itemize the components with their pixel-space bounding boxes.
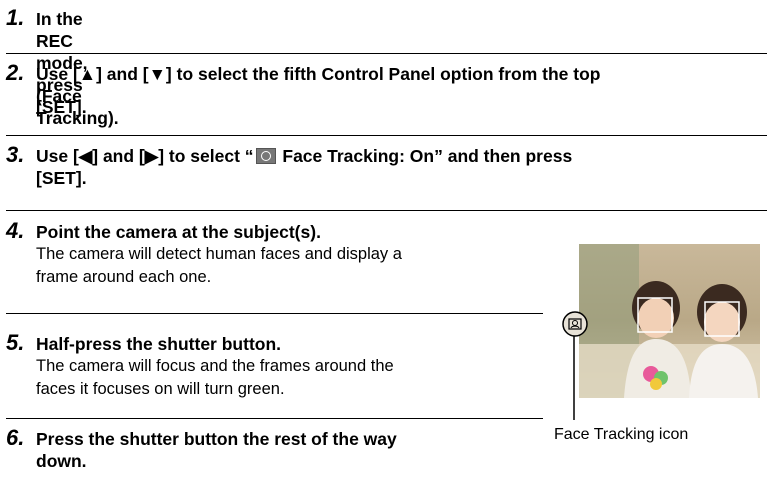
step-number: 4. [6, 218, 25, 243]
step-title: Point the camera at the subject(s). [36, 222, 321, 242]
face-tracking-icon [562, 311, 588, 337]
camera-preview-image [579, 244, 760, 398]
divider [6, 135, 767, 136]
step-title-line1: Use [▲] and [▼] to select the fifth Cont… [36, 64, 601, 84]
face-tracking-icon [255, 148, 276, 164]
divider [6, 53, 767, 54]
step-title: Half-press the shutter button. [36, 334, 282, 354]
step-title-pre: Use [◀] and [▶] to select “ [36, 146, 254, 166]
step-title-line1: Use [◀] and [▶] to select “ Face Trackin… [36, 145, 572, 167]
step-title-line1: Press the shutter button the rest of the… [36, 429, 397, 449]
face-tracking-icon-caption: Face Tracking icon [554, 426, 689, 443]
step-number: 6. [6, 425, 25, 450]
step-title-line2: [SET]. [36, 168, 87, 188]
step-number: 1. [6, 5, 25, 30]
step-number: 5. [6, 330, 25, 355]
step-description-line1: The camera will focus and the frames aro… [36, 357, 394, 375]
step-number: 2. [6, 60, 25, 85]
step-number: 3. [6, 142, 25, 167]
step-description-line2: frame around each one. [36, 268, 212, 286]
step-title-line2: (Face Tracking). [36, 86, 119, 128]
divider [6, 418, 543, 419]
step-title-post: Face Tracking: On” and then press [277, 146, 573, 166]
step-description-line1: The camera will detect human faces and d… [36, 245, 402, 263]
divider [6, 313, 543, 314]
divider [6, 210, 767, 211]
step-title-line2: down. [36, 451, 87, 471]
step-description-line2: faces it focuses on will turn green. [36, 380, 285, 398]
